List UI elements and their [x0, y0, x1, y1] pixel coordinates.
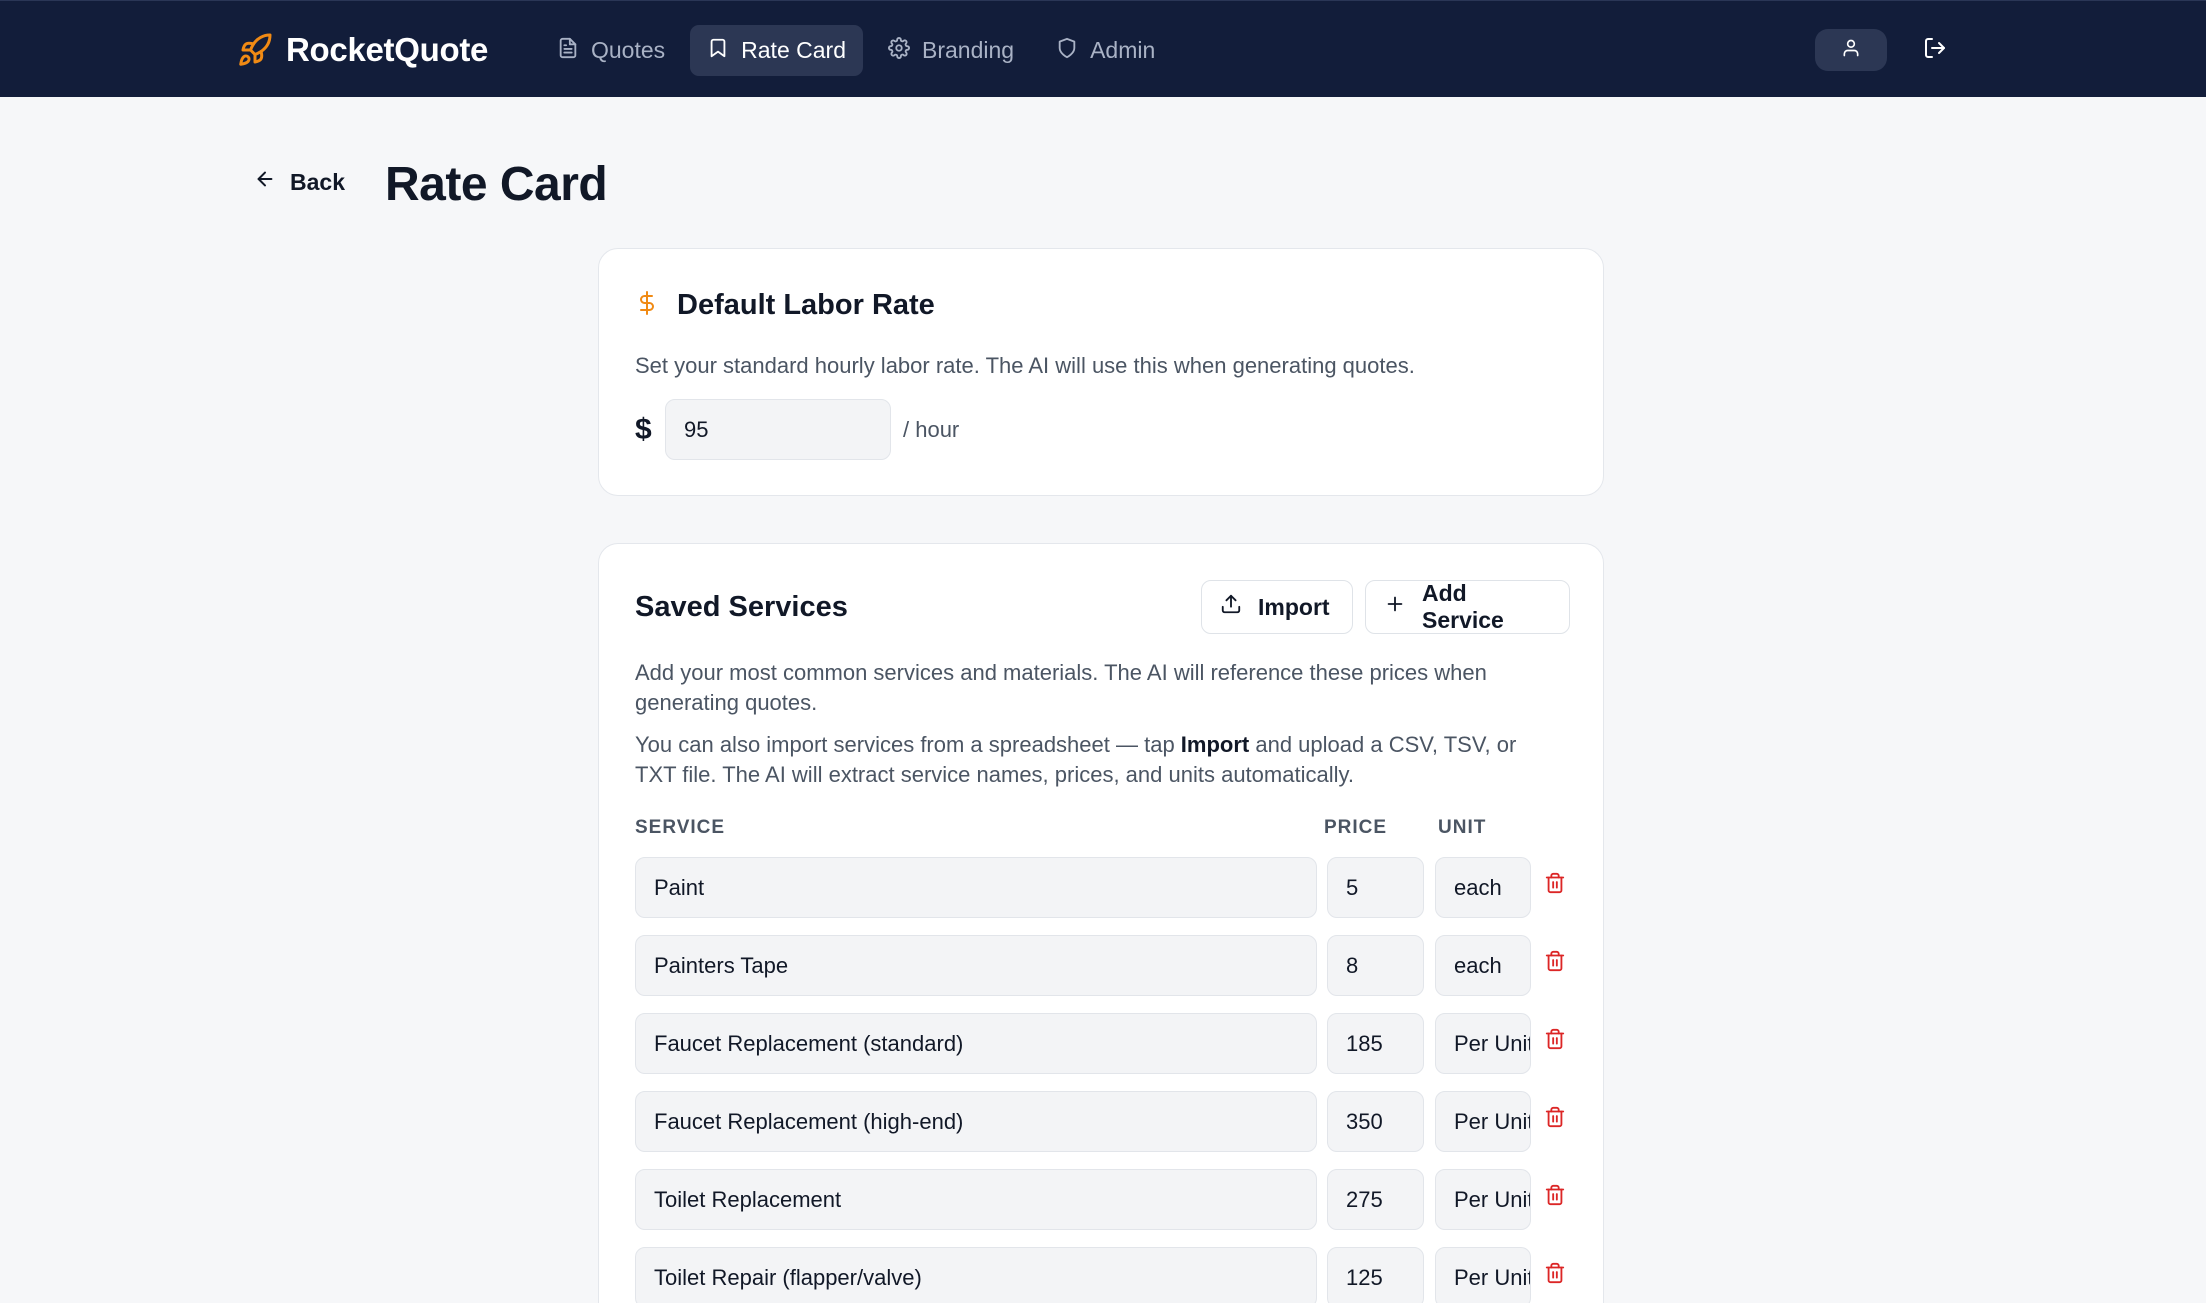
trash-icon [1544, 1027, 1566, 1056]
nav-item-label: Rate Card [741, 37, 846, 63]
trash-icon [1544, 1261, 1566, 1290]
services-description: Add your most common services and materi… [635, 660, 1487, 715]
labor-rate-input[interactable]: 95 [665, 399, 891, 460]
service-name-input[interactable]: Faucet Replacement (high-end) [635, 1091, 1317, 1152]
service-row: Toilet Repair (flapper/valve) 125 Per Un… [635, 1247, 1575, 1303]
trash-icon [1544, 1183, 1566, 1212]
labor-rate-header: Default Labor Rate [635, 287, 935, 324]
service-unit-input[interactable]: each [1435, 857, 1531, 918]
service-price-input[interactable]: 185 [1327, 1013, 1424, 1074]
add-service-button[interactable]: Add Service [1365, 580, 1570, 634]
service-price-input[interactable]: 8 [1327, 935, 1424, 996]
service-unit-input[interactable]: Per Unit [1435, 1013, 1531, 1074]
user-menu-button[interactable] [1815, 29, 1887, 71]
column-header-unit: UNIT [1438, 817, 1487, 838]
column-header-price: PRICE [1324, 817, 1388, 838]
trash-icon [1544, 949, 1566, 978]
service-name-input[interactable]: Painters Tape [635, 935, 1317, 996]
nav-item-rate-card[interactable]: Rate Card [690, 25, 863, 76]
trash-icon [1544, 871, 1566, 900]
service-unit-input[interactable]: Per Unit [1435, 1091, 1531, 1152]
service-price-input[interactable]: 125 [1327, 1247, 1424, 1303]
rocket-icon [236, 31, 274, 69]
back-button[interactable]: Back [254, 168, 345, 196]
delete-service-button[interactable] [1542, 1027, 1568, 1055]
service-name-input[interactable]: Paint [635, 857, 1317, 918]
service-row: Paint 5 each [635, 857, 1575, 918]
service-price-input[interactable]: 275 [1327, 1169, 1424, 1230]
delete-service-button[interactable] [1542, 949, 1568, 977]
back-label: Back [290, 168, 345, 195]
service-name-input[interactable]: Toilet Replacement [635, 1169, 1317, 1230]
import-button[interactable]: Import [1201, 580, 1353, 634]
dollar-icon [635, 287, 659, 324]
delete-service-button[interactable] [1542, 1261, 1568, 1289]
brand-name: RocketQuote [286, 31, 489, 68]
delete-service-button[interactable] [1542, 1105, 1568, 1133]
delete-service-button[interactable] [1542, 1183, 1568, 1211]
service-unit-input[interactable]: each [1435, 935, 1531, 996]
top-nav-bar: RocketQuote Quotes Rate Card Branding Ad… [0, 0, 2206, 97]
saved-services-title: Saved Services [635, 591, 848, 623]
logout-button[interactable] [1918, 33, 1952, 67]
service-row: Faucet Replacement (high-end) 350 Per Un… [635, 1091, 1575, 1152]
add-service-label: Add Service [1422, 580, 1504, 633]
nav-item-label: Admin [1090, 37, 1156, 63]
logout-icon [1923, 36, 1947, 65]
service-unit-input[interactable]: Per Unit [1435, 1169, 1531, 1230]
service-price-input[interactable]: 350 [1327, 1091, 1424, 1152]
user-icon [1841, 38, 1861, 63]
nav-item-quotes[interactable]: Quotes [540, 25, 682, 76]
service-row: Painters Tape 8 each [635, 935, 1575, 996]
service-price-input[interactable]: 5 [1327, 857, 1424, 918]
upload-icon [1220, 593, 1242, 621]
nav-item-branding[interactable]: Branding [871, 25, 1031, 76]
trash-icon [1544, 1105, 1566, 1134]
import-note-bold: Import [1180, 732, 1250, 757]
page-title: Rate Card [385, 158, 608, 211]
nav-item-label: Branding [921, 37, 1015, 63]
service-unit-input[interactable]: Per Unit [1435, 1247, 1531, 1303]
service-row: Faucet Replacement (standard) 185 Per Un… [635, 1013, 1575, 1074]
labor-rate-unit: / hour [903, 416, 960, 442]
plus-icon [1384, 593, 1406, 621]
saved-services-card: Saved Services Import Add Service Add yo… [598, 543, 1604, 1303]
labor-rate-description: Set your standard hourly labor rate. The… [635, 353, 1415, 378]
nav-item-admin[interactable]: Admin [1039, 25, 1172, 76]
main-nav: Quotes Rate Card Branding Admin [540, 25, 1172, 76]
gear-icon [888, 36, 910, 65]
import-label: Import [1258, 593, 1330, 620]
bookmark-icon [707, 37, 729, 65]
labor-rate-card: Default Labor Rate Set your standard hou… [598, 248, 1604, 496]
import-note: You can also import services from a spre… [635, 730, 1555, 790]
labor-rate-row: $ 95 / hour [635, 399, 959, 460]
arrow-left-icon [254, 168, 276, 196]
service-row: Toilet Replacement 275 Per Unit [635, 1169, 1575, 1230]
column-header-service: SERVICE [635, 817, 726, 838]
labor-rate-title: Default Labor Rate [677, 289, 935, 321]
service-name-input[interactable]: Faucet Replacement (standard) [635, 1013, 1317, 1074]
shield-icon [1056, 37, 1078, 65]
import-note-prefix: You can also import services from a spre… [635, 732, 1181, 757]
document-icon [557, 37, 579, 65]
nav-item-label: Quotes [591, 37, 666, 63]
delete-service-button[interactable] [1542, 871, 1568, 899]
currency-symbol: $ [635, 412, 652, 446]
brand[interactable]: RocketQuote [236, 27, 488, 73]
service-name-input[interactable]: Toilet Repair (flapper/valve) [635, 1247, 1317, 1303]
